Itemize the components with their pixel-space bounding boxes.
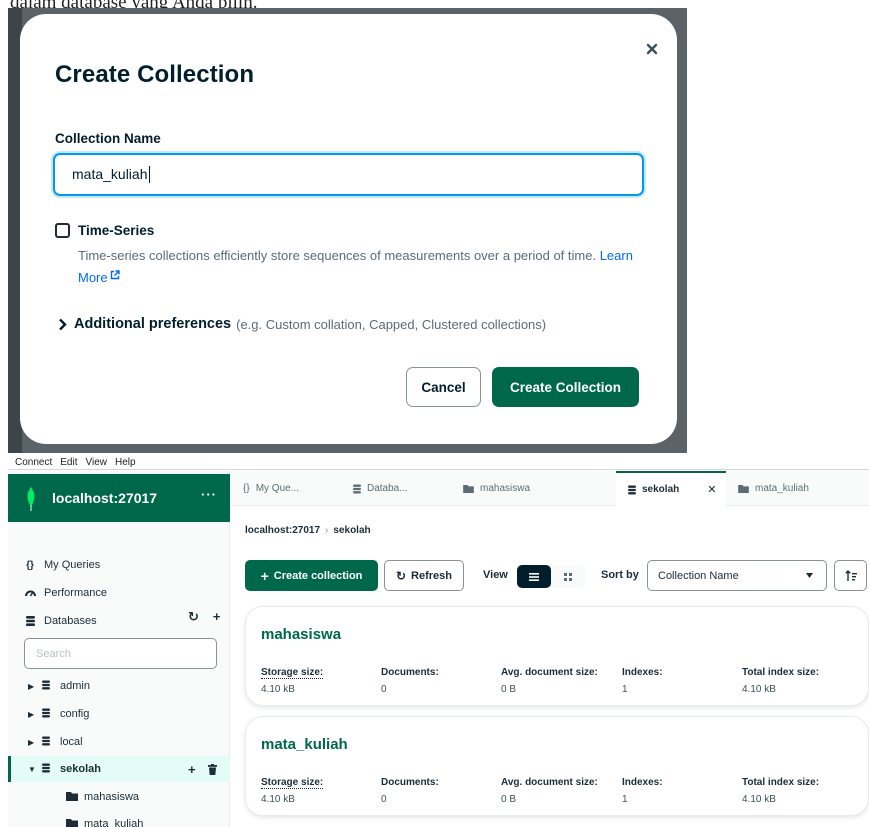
tab-mahasiswa[interactable]: mahasiswa: [451, 471, 616, 506]
database-actions: ↻ +: [188, 609, 221, 625]
chevron-right-icon: [59, 318, 67, 330]
time-series-checkbox[interactable]: [55, 223, 70, 238]
caret-down-icon: [806, 573, 813, 578]
collection-card-mahasiswa[interactable]: mahasiswa Storage size: 4.10 kB Documents…: [245, 606, 869, 706]
caret-down-icon: ▼: [28, 764, 36, 774]
database-icon: [42, 763, 50, 773]
folder-icon: [66, 792, 78, 801]
external-link-icon: [110, 270, 120, 280]
tree-database-config[interactable]: ▶ config: [8, 701, 230, 727]
caret-right-icon: ▶: [28, 737, 35, 747]
grid-view-icon[interactable]: [551, 565, 585, 588]
create-collection-toolbar-button[interactable]: + Create collection: [245, 560, 378, 591]
menu-view[interactable]: View: [85, 457, 107, 468]
sort-direction-icon[interactable]: [834, 560, 867, 591]
create-collection-button[interactable]: Create Collection: [492, 367, 639, 407]
close-icon[interactable]: [643, 40, 661, 58]
tree-database-sekolah[interactable]: ▼ sekolah +: [8, 756, 230, 782]
view-toggle: [517, 565, 585, 588]
connection-name: localhost:27017: [52, 490, 158, 506]
database-icon: [42, 680, 50, 690]
tab-databases[interactable]: Databa...: [341, 471, 451, 506]
tab-my-queries[interactable]: {} My Que...: [231, 471, 341, 506]
collection-name-label: Collection Name: [55, 131, 161, 146]
cancel-button[interactable]: Cancel: [406, 367, 481, 407]
collection-name: mahasiswa: [261, 626, 342, 643]
add-collection-icon[interactable]: +: [188, 762, 196, 777]
sidebar-search-input[interactable]: [24, 638, 217, 669]
close-tab-icon[interactable]: ✕: [707, 483, 716, 496]
menu-connect[interactable]: Connect: [15, 457, 52, 468]
collection-name-value: mata_kuliah: [72, 166, 148, 182]
menu-edit[interactable]: Edit: [60, 457, 77, 468]
database-icon: [24, 616, 36, 626]
tab-sekolah[interactable]: sekolah ✕: [616, 471, 726, 506]
text-caret: [148, 166, 150, 183]
collection-name-input[interactable]: mata_kuliah: [53, 153, 644, 196]
plus-icon: +: [260, 567, 269, 584]
breadcrumb: localhost:27017 › sekolah: [245, 525, 371, 536]
dialog-title: Create Collection: [55, 61, 255, 88]
list-view-icon[interactable]: [517, 565, 551, 588]
folder-icon: [463, 484, 474, 493]
additional-preferences-toggle[interactable]: Additional preferences (e.g. Custom coll…: [58, 316, 546, 332]
breadcrumb-db: sekolah: [333, 525, 371, 536]
chevron-right-icon: ›: [325, 525, 329, 536]
refresh-icon: ↻: [395, 568, 407, 583]
compass-window: Connect Edit View Help localhost:27017 ·…: [8, 456, 869, 827]
sort-select[interactable]: Collection Name: [647, 560, 827, 591]
more-options-icon[interactable]: ···: [201, 487, 217, 502]
main-panel: {} My Que... Databa... mahasiswa sekolah ✕…: [231, 471, 869, 827]
caret-right-icon: ▶: [28, 709, 35, 719]
connection-header[interactable]: localhost:27017 ···: [8, 474, 230, 522]
menu-help[interactable]: Help: [115, 457, 136, 468]
database-icon: [42, 708, 50, 718]
tree-database-admin[interactable]: ▶ admin: [8, 673, 230, 699]
database-icon: [353, 484, 361, 493]
trash-icon[interactable]: [207, 763, 217, 775]
tree-database-local[interactable]: ▶ local: [8, 729, 230, 755]
breadcrumb-host[interactable]: localhost:27017: [245, 525, 320, 536]
caret-right-icon: ▶: [28, 681, 35, 691]
modal-backdrop: Create Collection Collection Name mata_k…: [8, 8, 687, 453]
collection-card-mata-kuliah[interactable]: mata_kuliah Storage size: 4.10 kB Documen…: [245, 716, 869, 816]
time-series-description: Time-series collections efficiently stor…: [78, 248, 633, 285]
folder-icon: [738, 484, 749, 493]
sort-by-label: Sort by: [601, 569, 639, 581]
sidebar: localhost:27017 ··· {} My Queries Perform…: [8, 471, 230, 827]
menu-bar: Connect Edit View Help: [8, 456, 869, 470]
view-label: View: [483, 569, 508, 581]
tab-bar: {} My Que... Databa... mahasiswa sekolah ✕…: [231, 471, 869, 506]
folder-icon: [66, 819, 78, 827]
refresh-button[interactable]: ↻ Refresh: [384, 560, 464, 591]
nav-my-queries[interactable]: {} My Queries: [24, 559, 100, 571]
nav-databases[interactable]: Databases: [24, 615, 97, 627]
time-series-label: Time-Series: [78, 223, 155, 238]
nav-performance[interactable]: Performance: [24, 587, 107, 599]
collection-name: mata_kuliah: [261, 736, 348, 753]
add-database-icon[interactable]: +: [213, 609, 221, 625]
braces-icon: {}: [26, 559, 34, 571]
tree-collection-mata-kuliah[interactable]: mata_kuliah: [8, 811, 230, 827]
gauge-icon: [24, 589, 36, 597]
database-icon: [42, 736, 50, 746]
create-collection-dialog: Create Collection Collection Name mata_k…: [20, 14, 677, 444]
database-icon: [628, 485, 636, 494]
tab-mata-kuliah[interactable]: mata_kuliah: [726, 471, 869, 506]
mongodb-leaf-icon: [27, 487, 35, 511]
braces-icon: {}: [243, 483, 250, 494]
tree-collection-mahasiswa[interactable]: mahasiswa: [8, 784, 230, 810]
refresh-icon[interactable]: ↻: [188, 609, 199, 625]
